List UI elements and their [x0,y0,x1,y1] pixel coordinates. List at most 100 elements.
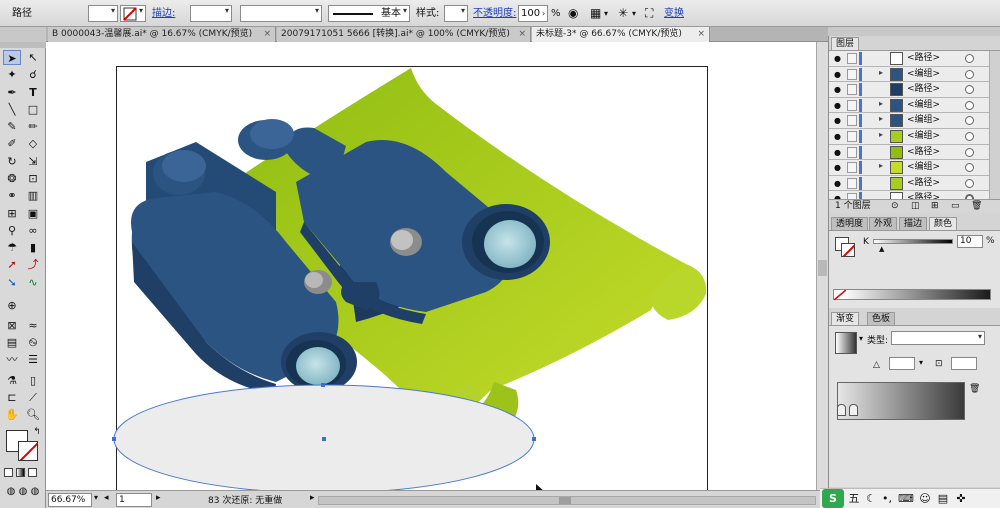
tab-stroke[interactable]: 描边 [899,217,928,230]
select-similar-icon[interactable]: ⛶ [645,5,653,22]
lock-toggle[interactable] [847,162,857,174]
user-icon[interactable]: ☺ [918,489,932,508]
scribble-tool-icon[interactable]: 〰 [3,352,21,367]
tools-panel-grip[interactable] [0,42,46,48]
close-icon[interactable]: × [263,27,271,41]
stroke-color-swatch[interactable] [18,441,38,461]
brush-definition[interactable]: 基本 ▾ [328,5,410,22]
envelope-tool-icon[interactable]: ≈ [24,318,42,333]
slice-tool-icon[interactable]: ⊕ [3,298,21,313]
eye-icon[interactable]: ● [834,70,841,79]
horizontal-scrollbar[interactable] [318,496,816,505]
scroll-thumb[interactable] [818,260,827,276]
toolbox-icon[interactable]: ✜ [954,489,968,508]
lock-toggle[interactable] [847,68,857,80]
target-icon[interactable] [965,100,974,110]
expand-arrow-icon[interactable]: ▸ [879,130,883,139]
none-mode-icon[interactable] [28,468,37,477]
tab-gradient[interactable]: 渐变 [831,312,860,325]
anchor-point[interactable] [321,383,325,387]
live-paint-tool-icon[interactable]: ⚗ [3,373,21,388]
target-icon[interactable] [965,54,974,63]
eye-icon[interactable]: ● [834,116,841,125]
mesh-tool-icon[interactable]: ⊞ [3,206,21,221]
chevron-down-icon[interactable]: ▾ [859,334,863,343]
draw-inside-icon[interactable]: ◍ [26,484,44,499]
eye-icon[interactable]: ● [834,132,841,141]
twirl-tool-icon[interactable]: ࿊ [24,335,42,350]
target-icon[interactable] [965,132,974,141]
blend-tool-icon[interactable]: ∞ [24,223,42,238]
stroke-weight-field[interactable]: ▾ [190,5,232,22]
target-icon[interactable] [965,163,974,173]
perspective-grid-tool-icon[interactable]: ▥ [24,188,42,203]
artboard-tool-icon[interactable]: ⊠ [3,318,21,333]
k-value-field[interactable]: 10 [957,235,983,248]
none-color-icon[interactable] [834,290,846,300]
line-tool-icon[interactable]: ╲ [3,102,21,117]
sogou-logo-icon[interactable]: S [822,489,844,508]
layer-row[interactable]: ● <路径> [829,144,989,161]
tab-color[interactable]: 颜色 [929,217,958,230]
lock-toggle[interactable] [847,146,857,158]
blob-brush-tool-icon[interactable]: ✐ [3,136,21,151]
eyedropper-tool-icon[interactable]: ⚲ [3,223,21,238]
fill-swatch[interactable]: ▾ [88,5,118,22]
gradient-stop[interactable] [837,404,846,416]
keyboard-icon[interactable]: ⌨ [898,489,914,508]
selection-tool-icon[interactable]: ➤ [3,50,21,65]
lasso-tool-icon[interactable]: ☌ [24,67,42,82]
opacity-link[interactable]: 不透明度: [473,5,516,22]
canvas-area[interactable] [46,42,816,490]
rotate-tool-icon[interactable]: ↻ [3,154,21,169]
expand-arrow-icon[interactable]: ▸ [879,99,883,108]
tab-layers[interactable]: 图层 [831,37,860,50]
make-clipping-mask-icon[interactable]: ◫ [911,200,920,213]
shape-builder-tool-icon[interactable]: ⚭ [3,188,21,203]
paintbrush-tool-icon[interactable]: ✎ [3,119,21,134]
eraser-tool-icon[interactable]: ◇ [24,136,42,151]
warp-tool-icon[interactable]: ❂ [3,171,21,186]
new-sublayer-icon[interactable]: ⊞ [931,200,939,213]
target-icon[interactable] [965,69,974,79]
red-anchor-tool-icon[interactable]: ➚ [3,257,21,272]
gradient-stop[interactable] [849,404,858,416]
ime-mode-indicator[interactable]: 五 [846,489,862,508]
document-tab[interactable]: B 0000043-温馨展.ai* @ 16.67% (CMYK/预览) × [48,27,276,42]
layer-row[interactable]: ● <路径> [829,51,989,67]
artboard-number-field[interactable]: 1 [116,493,152,507]
free-transform-tool-icon[interactable]: ⊡ [24,171,42,186]
color-spectrum-bar[interactable] [833,289,991,300]
layer-row[interactable]: ● ▸ <编组> [829,160,989,176]
gradient-swatch[interactable] [835,332,857,354]
graphic-style-swatch[interactable]: ▾ [444,5,468,22]
target-icon[interactable] [965,85,974,95]
target-icon[interactable] [965,178,974,188]
delete-layer-icon[interactable]: 🗑︎ [971,200,982,213]
gradient-tool-icon[interactable]: ▣ [24,206,42,221]
scroll-thumb[interactable] [559,497,571,504]
isolate-icon[interactable]: ✳ [618,5,628,22]
punctuation-icon[interactable]: •, [880,489,894,508]
red-curve-tool-icon[interactable]: ⤴ [24,257,42,272]
zoom-field[interactable]: 66.67% [48,493,92,507]
layer-row[interactable]: ● ▸ <编组> [829,129,989,145]
layers-scrollbar[interactable] [989,51,1000,207]
aspect-ratio-field[interactable] [951,357,977,370]
layer-row[interactable]: ● <路径> [829,175,989,192]
recolor-icon[interactable]: ◉ [568,5,578,22]
symbol-sprayer-tool-icon[interactable]: ☂ [3,240,21,255]
crop-tool-icon[interactable]: ⊏ [3,390,21,405]
gradient-type-select[interactable]: ▾ [891,331,985,345]
chevron-down-icon[interactable]: ▾ [632,5,636,22]
zoom-tool-icon[interactable]: 🔍︎ [24,407,42,422]
next-artboard-icon[interactable]: ▸ [156,493,161,503]
type-tool-icon[interactable]: T [24,85,42,100]
expand-arrow-icon[interactable]: ▸ [879,161,883,170]
graph-tool-icon[interactable]: ▤ [3,335,21,350]
expand-arrow-icon[interactable]: ▸ [879,68,883,77]
document-tab[interactable]: 20079171051 5666 [转换].ai* @ 100% (CMYK/预… [277,27,531,42]
eye-icon[interactable]: ● [834,179,841,188]
eye-icon[interactable]: ● [834,54,841,63]
rectangle-tool-icon[interactable]: □ [24,102,42,117]
